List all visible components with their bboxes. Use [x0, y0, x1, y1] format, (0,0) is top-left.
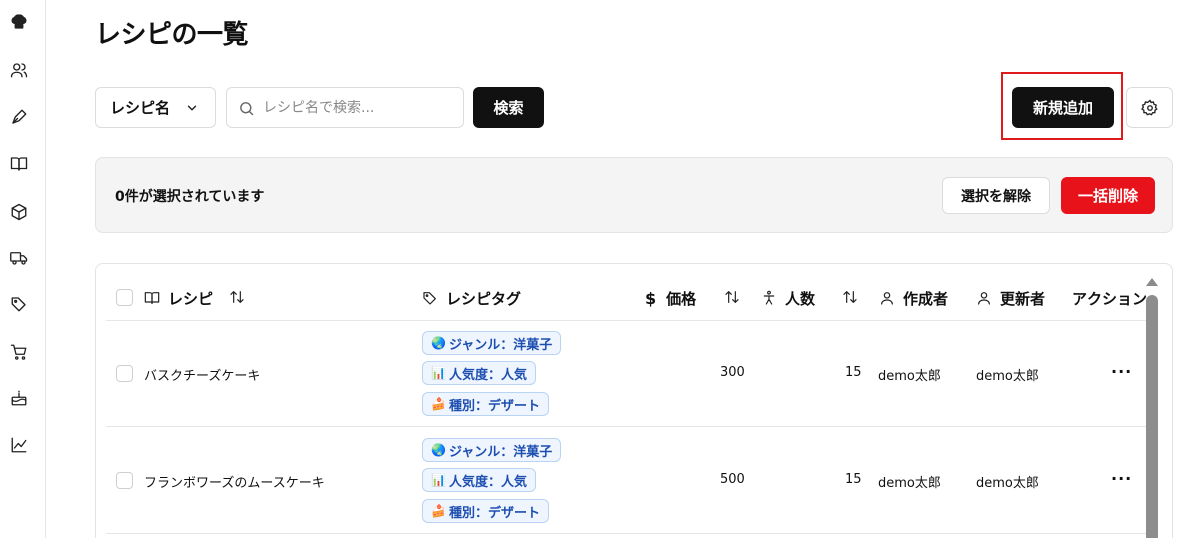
- column-label-creator: 作成者: [903, 289, 949, 308]
- price-value: 500: [720, 472, 745, 487]
- user-icon: [881, 292, 893, 305]
- recipe-tag[interactable]: 📊 人気度：人気: [422, 468, 536, 492]
- truck-icon[interactable]: [9, 248, 29, 268]
- recipe-tag[interactable]: 📊 人気度：人気: [422, 361, 536, 385]
- recipe-name[interactable]: フランボワーズのムースケーキ: [144, 472, 325, 491]
- creator-value: demo太郎: [878, 369, 941, 384]
- recipe-tag[interactable]: 🍰 種別：デザート: [422, 392, 549, 416]
- chef-hat-icon[interactable]: [9, 12, 29, 32]
- tag-label: 人気度：人気: [448, 367, 527, 383]
- settings-button[interactable]: [1126, 87, 1173, 128]
- scroll-up-arrow[interactable]: [1146, 278, 1158, 286]
- table-row: バスクチーズケーキ 🌏 ジャンル：洋菓子 📊 人気度：人気 🍰 種別：デザート …: [96, 321, 1156, 427]
- cake-icon[interactable]: [9, 388, 29, 408]
- globe-icon: 🌏: [431, 443, 446, 457]
- dollar-icon: $: [645, 288, 657, 308]
- selected-count: 0件が選択されています: [115, 189, 265, 205]
- book-icon: [144, 292, 160, 304]
- scrollbar-thumb[interactable]: [1146, 295, 1158, 538]
- search-button[interactable]: 検索: [473, 87, 544, 128]
- bar-chart-icon: 📊: [431, 366, 446, 380]
- user-icon: [978, 292, 990, 305]
- table-row: フランボワーズのムースケーキ 🌏 ジャンル：洋菓子 📊 人気度：人気 🍰 種別：…: [96, 427, 1156, 533]
- column-header-recipe: レシピ: [144, 288, 213, 308]
- search-input[interactable]: [263, 96, 453, 120]
- sort-price-icon[interactable]: [724, 289, 740, 305]
- filter-select-value: レシピ名: [110, 99, 171, 117]
- column-header-actions: アクション: [1072, 288, 1147, 308]
- search-box: [226, 87, 464, 128]
- person-icon: [763, 290, 775, 305]
- cake-icon: 🍰: [431, 504, 446, 518]
- book-icon[interactable]: [9, 154, 29, 174]
- recipe-tag[interactable]: 🌏 ジャンル：洋菓子: [422, 438, 562, 462]
- price-value: 300: [720, 365, 745, 380]
- column-header-servings: 人数: [761, 288, 815, 308]
- tag-label: 種別：デザート: [448, 505, 540, 521]
- filter-select[interactable]: レシピ名: [95, 87, 216, 128]
- column-header-updater: 更新者: [976, 288, 1045, 308]
- column-header-tags: レシピタグ: [422, 288, 521, 308]
- cake-icon: 🍰: [431, 397, 446, 411]
- sort-servings-icon[interactable]: [842, 289, 858, 305]
- chevron-down-icon: [187, 105, 197, 111]
- row-actions-menu-icon[interactable]: ···: [1111, 469, 1132, 488]
- updater-value: demo太郎: [976, 369, 1039, 384]
- tag-label: ジャンル：洋菓子: [448, 444, 553, 460]
- recipe-tag[interactable]: 🌏 ジャンル：洋菓子: [422, 331, 562, 355]
- sort-recipe-icon[interactable]: [229, 289, 245, 305]
- select-all-checkbox[interactable]: [116, 289, 133, 306]
- cart-icon[interactable]: [9, 342, 29, 362]
- recipe-table: レシピ レシピタグ $ 価格 人数 作成者 更新者 アクション バスクチーズケー…: [95, 263, 1173, 538]
- column-label-actions: アクション: [1072, 289, 1148, 308]
- users-icon[interactable]: [9, 60, 29, 80]
- globe-icon: 🌏: [431, 336, 446, 350]
- column-label-tags: レシピタグ: [446, 289, 522, 308]
- page-title: レシピの一覧: [95, 20, 249, 50]
- clear-selection-button[interactable]: 選択を解除: [942, 177, 1050, 214]
- column-header-price: $ 価格: [645, 288, 696, 308]
- column-label-recipe: レシピ: [168, 289, 214, 308]
- tags-icon[interactable]: [9, 294, 29, 314]
- row-divider: [106, 533, 1146, 534]
- servings-value: 15: [845, 365, 862, 380]
- search-icon: [240, 102, 254, 116]
- gear-icon: [1140, 98, 1158, 116]
- row-checkbox[interactable]: [116, 365, 133, 382]
- row-actions-menu-icon[interactable]: ···: [1111, 362, 1132, 381]
- column-label-updater: 更新者: [1000, 289, 1046, 308]
- tag-label: 種別：デザート: [448, 398, 540, 414]
- add-new-button[interactable]: 新規追加: [1012, 87, 1114, 128]
- recipe-tag[interactable]: 🍰 種別：デザート: [422, 499, 549, 523]
- updater-value: demo太郎: [976, 476, 1039, 491]
- selection-bar: 0件が選択されています 選択を解除 一括削除: [95, 157, 1173, 233]
- column-header-creator: 作成者: [879, 288, 948, 308]
- bar-chart-icon: 📊: [431, 473, 446, 487]
- row-checkbox[interactable]: [116, 472, 133, 489]
- chart-icon[interactable]: [9, 435, 29, 455]
- bulk-delete-button[interactable]: 一括削除: [1061, 177, 1155, 214]
- servings-value: 15: [845, 472, 862, 487]
- tag-label: ジャンル：洋菓子: [448, 337, 553, 353]
- creator-value: demo太郎: [878, 476, 941, 491]
- recipe-name[interactable]: バスクチーズケーキ: [144, 365, 260, 384]
- column-label-servings: 人数: [785, 289, 816, 308]
- column-label-price: 価格: [666, 289, 697, 308]
- pen-icon[interactable]: [9, 107, 29, 127]
- app-root: レシピの一覧 レシピ名 検索 新規追加 0件が選択されています 選択を解除 一括…: [0, 0, 1200, 538]
- sidebar: [0, 0, 46, 538]
- tags-icon: [423, 292, 436, 305]
- tag-label: 人気度：人気: [448, 474, 527, 490]
- box-icon[interactable]: [9, 202, 29, 222]
